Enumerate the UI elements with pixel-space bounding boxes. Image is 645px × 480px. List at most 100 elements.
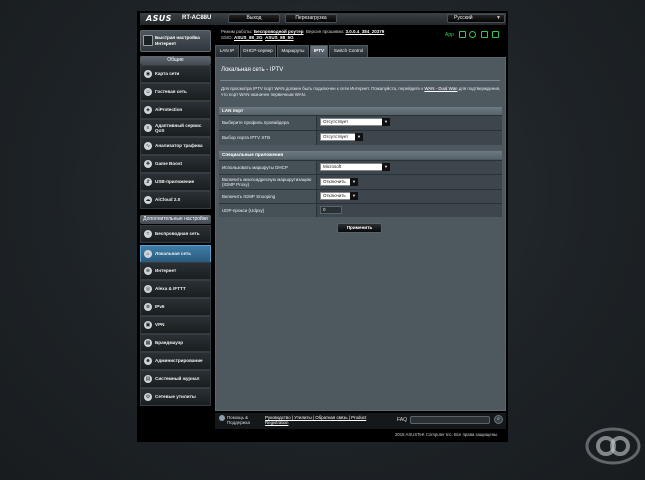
- footer-links[interactable]: Руководство | Утилиты | Обратная связь |…: [265, 415, 366, 425]
- wizard-icon: [143, 35, 153, 46]
- watermark-logo: [585, 427, 641, 465]
- sidebar-item-ipv6[interactable]: ⊗ IPv6: [140, 298, 211, 316]
- sidebar-item-aiprotection[interactable]: ◈ AiProtection: [140, 101, 211, 119]
- iptv-stb-port-label: Выбор порта IPTV STB: [219, 131, 317, 145]
- reboot-button[interactable]: Перезагрузка: [285, 14, 337, 23]
- lan-port-section-header: LAN порт: [219, 107, 502, 115]
- guest-network-icon: ☺: [144, 88, 152, 96]
- chevron-down-icon: ▼: [355, 133, 363, 141]
- chevron-down-icon: ▼: [382, 118, 390, 126]
- network-map-icon: ◉: [144, 70, 152, 78]
- sidebar-item-aicloud[interactable]: ☁ AiCloud 2.0: [140, 191, 211, 209]
- help-support-link[interactable]: Помощь & Поддержка: [227, 415, 250, 425]
- igmp-proxy-value: Отключить: [323, 179, 346, 184]
- sidebar-item-label: Alexa & IFTTT: [155, 286, 186, 292]
- dhcp-routes-label: Использовать маршруты DHCP: [219, 161, 317, 174]
- faq-search-input[interactable]: [410, 416, 490, 424]
- language-select[interactable]: Русский ▼: [447, 14, 505, 23]
- igmp-snooping-select[interactable]: Отключить ▼: [320, 192, 358, 200]
- usb-status-icon[interactable]: [481, 31, 488, 38]
- isp-profile-value: Отсутствует: [323, 119, 349, 124]
- firewall-icon: ▦: [144, 339, 152, 347]
- sidebar-item-game-boost[interactable]: ✚ Game Boost: [140, 155, 211, 173]
- help-line-2: Поддержка: [227, 420, 250, 425]
- sidebar-item-label: VPN: [155, 322, 165, 328]
- sidebar-item-label: Администрирование: [155, 358, 203, 364]
- sidebar-item-wan[interactable]: ⊕ Интернет: [140, 262, 211, 280]
- iptv-stb-port-value: Отсутствует: [323, 134, 349, 139]
- chevron-down-icon: ▼: [350, 178, 358, 186]
- tab-routes[interactable]: Маршруты: [277, 45, 309, 57]
- isp-profile-select[interactable]: Отсутствует ▼: [320, 118, 390, 126]
- wan-dual-wan-link[interactable]: WAN - Dual Wan: [424, 86, 457, 91]
- sidebar-item-label: AiProtection: [155, 107, 183, 113]
- aimesh-status-icon[interactable]: [492, 31, 499, 38]
- firmware-link[interactable]: 3.0.0.4_384_20379: [345, 29, 384, 34]
- chevron-down-icon: ▼: [382, 163, 390, 171]
- sidebar-item-lan[interactable]: ⌂ Локальная сеть: [140, 245, 211, 263]
- sidebar-item-guest-network[interactable]: ☺ Гостевая сеть: [140, 83, 211, 101]
- sidebar-item-label: Сетевые утилиты: [155, 394, 196, 400]
- sidebar-item-network-map[interactable]: ◉ Карта сети: [140, 65, 211, 83]
- sidebar-item-network-tools[interactable]: ⚙ Сетевые утилиты: [140, 388, 211, 406]
- udpxy-label: UDP-прокси (Udpxy): [219, 204, 317, 217]
- traffic-analyzer-icon: ∿: [144, 142, 152, 150]
- sidebar-item-qos[interactable]: ≡ Адаптивный сервис QoS: [140, 119, 211, 137]
- search-icon[interactable]: ⌕: [494, 415, 503, 424]
- wireless-icon: ≈: [144, 230, 152, 238]
- table-row: Включить IGMP Snooping: [219, 189, 502, 203]
- sidebar-item-label: Анализатор трафика: [155, 143, 203, 149]
- firmware-label: Версия прошивки:: [306, 29, 345, 34]
- igmp-proxy-label: Включить многоадресную маршрутизацию (IG…: [219, 175, 317, 189]
- log-icon: ▤: [144, 375, 152, 383]
- isp-profile-label: Выберите профиль провайдера: [219, 116, 317, 130]
- sidebar-item-label: Гостевая сеть: [155, 89, 187, 95]
- sidebar-item-firewall[interactable]: ▦ Брандмауэр: [140, 334, 211, 352]
- dhcp-routes-select[interactable]: Microsoft ▼: [320, 163, 390, 171]
- sidebar-item-label: USB-приложение: [155, 179, 195, 185]
- sidebar-item-traffic-analyzer[interactable]: ∿ Анализатор трафика: [140, 137, 211, 155]
- tab-dhcp-server[interactable]: DHCP-сервер: [240, 45, 276, 57]
- sidebar-item-label: Брандмауэр: [155, 340, 184, 346]
- vpn-icon: ▣: [144, 321, 152, 329]
- chevron-down-icon: ▼: [350, 192, 358, 200]
- footer-links-line-2[interactable]: Registration: [265, 420, 288, 425]
- logout-button[interactable]: Выход: [228, 14, 280, 23]
- igmp-proxy-select[interactable]: Отключить ▼: [320, 178, 358, 186]
- igmp-snooping-label: Включить IGMP Snooping: [219, 190, 317, 203]
- usb-icon: ⇵: [144, 178, 152, 186]
- sidebar-item-label: Системный журнал: [155, 376, 200, 382]
- network-status-icon[interactable]: [459, 31, 466, 38]
- tab-lan-ip[interactable]: LAN IP: [215, 45, 239, 57]
- gear-icon: ⚙: [144, 393, 152, 401]
- iptv-stb-port-select[interactable]: Отсутствует ▼: [320, 133, 363, 141]
- mode-link[interactable]: Беспроводной роутер: [254, 29, 304, 34]
- page: ASUS RT-AC88U Выход Перезагрузка Русский…: [0, 0, 645, 480]
- sidebar-item-administration[interactable]: ☻ Администрирование: [140, 352, 211, 370]
- help-icon: [219, 415, 225, 421]
- status-info: Режим работы: Беспроводной роутер Версия…: [221, 29, 384, 41]
- sidebar-item-usb-app[interactable]: ⇵ USB-приложение: [140, 173, 211, 191]
- ipv6-icon: ⊗: [144, 303, 152, 311]
- page-title: Локальная сеть - IPTV: [221, 67, 284, 73]
- copyright-text: 2018 ASUSTeK Computer Inc. Все права защ…: [395, 432, 499, 437]
- sidebar-item-alexa-ifttt[interactable]: ◎ Alexa & IFTTT: [140, 280, 211, 298]
- table-row: UDP-прокси (Udpxy): [219, 203, 502, 217]
- general-section-header: Общие: [140, 56, 211, 65]
- tab-switch-control[interactable]: Switch Control: [329, 45, 368, 57]
- sidebar-item-vpn[interactable]: ▣ VPN: [140, 316, 211, 334]
- table-row: Включить многоадресную маршрутизацию (IG…: [219, 174, 502, 189]
- wifi-status-icon[interactable]: [469, 31, 476, 38]
- apply-button[interactable]: Применить: [337, 223, 382, 233]
- igmp-snooping-value: Отключить: [323, 193, 346, 198]
- sidebar-item-label: Беспроводная сеть: [155, 231, 200, 237]
- mode-label: Режим работы:: [221, 29, 253, 34]
- sidebar-item-wireless[interactable]: ≈ Беспроводная сеть: [140, 225, 211, 243]
- quick-internet-setup-button[interactable]: Быстрая настройка Интернет: [140, 30, 211, 52]
- sidebar-item-system-log[interactable]: ▤ Системный журнал: [140, 370, 211, 388]
- tab-iptv[interactable]: IPTV: [310, 45, 328, 57]
- gamepad-icon: ✚: [144, 160, 152, 168]
- udpxy-input[interactable]: 0: [320, 206, 342, 214]
- dhcp-routes-value: Microsoft: [323, 164, 342, 169]
- app-label[interactable]: App: [445, 32, 454, 38]
